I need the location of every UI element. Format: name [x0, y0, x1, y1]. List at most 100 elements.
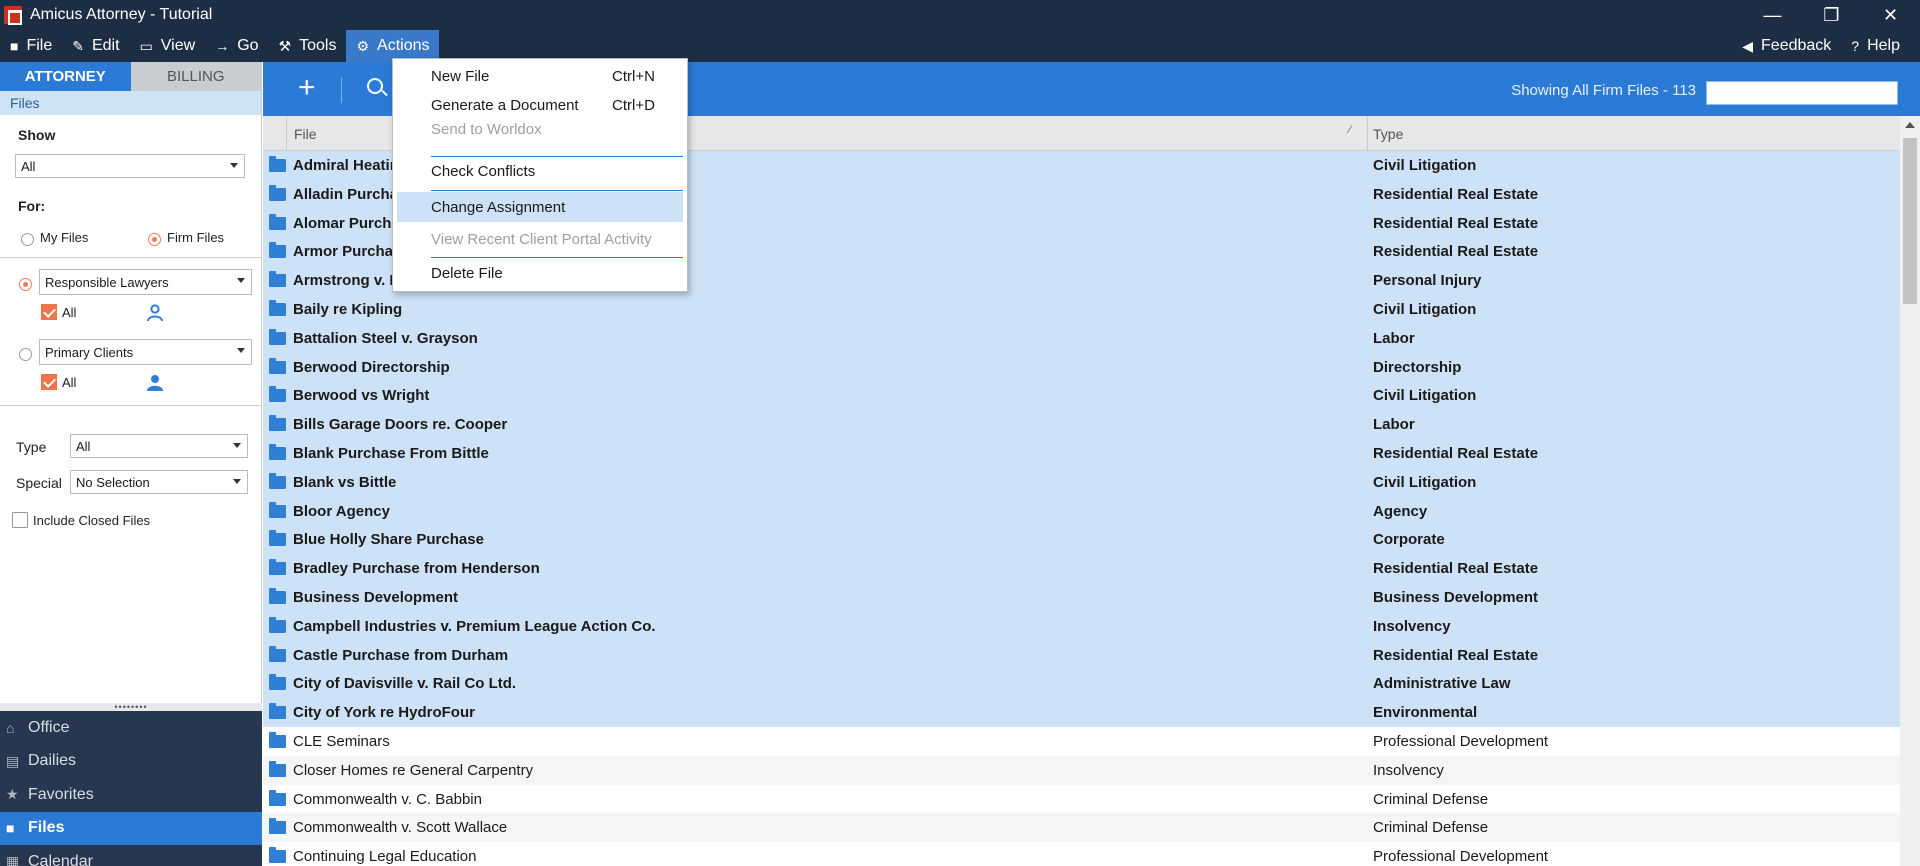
table-row[interactable]: Battalion Steel v. Grayson Labor [263, 323, 1900, 353]
chevron-down-icon [233, 479, 241, 484]
clients-all-checkbox[interactable] [41, 374, 57, 390]
file-name-cell: Berwood Directorship [293, 358, 450, 376]
search-input[interactable] [1706, 81, 1898, 105]
table-row[interactable]: Blank Purchase From Bittle Residential Re… [263, 438, 1900, 468]
table-row[interactable]: Continuing Legal Education Professional D… [263, 842, 1900, 866]
folder-icon [269, 559, 286, 576]
help-button[interactable]: ? Help [1841, 30, 1910, 62]
nav-office[interactable]: ⌂ Office [0, 711, 262, 745]
table-row[interactable]: Bills Garage Doors re. Cooper Labor [263, 410, 1900, 439]
folder-icon [269, 415, 286, 432]
file-name-cell: City of York re HydroFour [293, 704, 475, 722]
type-label: Type [16, 439, 47, 455]
file-name-cell: Bills Garage Doors re. Cooper [293, 416, 508, 434]
table-row[interactable]: Commonwealth v. Scott Wallace Criminal De… [263, 813, 1900, 843]
nav-dailies[interactable]: ▤ Dailies [0, 745, 262, 779]
lawyers-select[interactable]: Responsible Lawyers [39, 269, 252, 295]
file-name-cell: Commonwealth v. C. Babbin [293, 790, 482, 808]
type-select[interactable]: All [70, 434, 248, 458]
file-type-cell: Corporate [1373, 531, 1445, 549]
file-type-cell: Insolvency [1373, 617, 1451, 635]
window-title: Amicus Attorney - Tutorial [30, 6, 213, 23]
add-file-button[interactable]: + [298, 71, 316, 105]
file-type-cell: Residential Real Estate [1373, 214, 1539, 232]
person-icon[interactable] [146, 374, 164, 392]
folder-icon [269, 242, 286, 259]
table-row[interactable]: City of York re HydroFour Environmental [263, 698, 1900, 727]
table-row[interactable]: Castle Purchase from Durham Residential R… [263, 640, 1900, 670]
folder-icon [269, 847, 286, 864]
menu-item-check-conflicts[interactable]: Check Conflicts [393, 156, 687, 186]
firm-files-radio[interactable] [148, 233, 161, 246]
file-name-cell: Business Development [293, 588, 459, 606]
clients-radio[interactable] [19, 348, 32, 361]
tab-attorney[interactable]: ATTORNEY [0, 62, 131, 91]
bottom-navigation: •••••••• ⌂ Office ▤ Dailies ★ Favorites ■ Fi… [0, 702, 262, 866]
person-outline-icon[interactable] [146, 304, 164, 322]
menu-view[interactable]: ▭ View [130, 30, 206, 62]
feedback-button[interactable]: ◀ Feedback [1732, 30, 1841, 62]
menu-item-change-assignment[interactable]: Change Assignment [397, 192, 683, 222]
table-row[interactable]: Business Development Business Development [263, 582, 1900, 612]
my-files-radio[interactable] [21, 233, 34, 246]
nav-calendar[interactable]: ▦ Calendar [0, 845, 262, 866]
table-row[interactable]: Bradley Purchase from Henderson Residenti… [263, 554, 1900, 583]
show-select[interactable]: All [15, 154, 245, 178]
folder-icon [269, 386, 286, 403]
tab-billing[interactable]: BILLING [130, 62, 261, 91]
splitter-handle[interactable]: •••••••• [0, 702, 262, 712]
menu-item-delete-file[interactable]: Delete File [393, 258, 687, 288]
clients-select[interactable]: Primary Clients [39, 339, 252, 365]
table-row[interactable]: City of Davisville v. Rail Co Ltd. Admini… [263, 669, 1900, 699]
column-separator[interactable] [1367, 116, 1368, 151]
table-row[interactable]: Berwood vs Wright Civil Litigation [263, 381, 1900, 411]
table-row[interactable]: CLE Seminars Professional Development [263, 727, 1900, 756]
folder-icon [269, 789, 286, 806]
table-row[interactable]: Campbell Industries v. Premium League Ac… [263, 611, 1900, 641]
table-row[interactable]: Bloor Agency Agency [263, 496, 1900, 526]
table-row[interactable]: Blue Holly Share Purchase Corporate [263, 525, 1900, 555]
minimize-button[interactable]: — [1743, 0, 1802, 30]
include-closed-checkbox[interactable] [12, 512, 28, 528]
scroll-up-icon[interactable] [1905, 122, 1915, 128]
restore-button[interactable]: ❐ [1802, 0, 1861, 30]
folder-icon [269, 587, 286, 604]
folder-icon [269, 271, 286, 288]
divider [0, 257, 262, 258]
clients-all-label: All [62, 375, 77, 390]
table-row[interactable]: Closer Homes re General Carpentry Insolve… [263, 755, 1900, 785]
file-type-cell: Environmental [1373, 704, 1478, 722]
gear-icon: ⚙ [356, 37, 370, 54]
wrench-icon: ⚒ [278, 37, 292, 54]
menu-file[interactable]: ■ File [0, 30, 62, 62]
folder-icon [269, 213, 286, 230]
menu-go[interactable]: → Go [205, 30, 268, 62]
nav-favorites[interactable]: ★ Favorites [0, 778, 262, 812]
column-header-file[interactable]: File [294, 126, 317, 142]
file-type-cell: Civil Litigation [1373, 157, 1477, 174]
file-type-cell: Residential Real Estate [1373, 646, 1539, 664]
close-window-button[interactable]: ✕ [1861, 0, 1920, 30]
monitor-icon: ▭ [139, 37, 153, 54]
menu-tools[interactable]: ⚒ Tools [269, 30, 347, 62]
folder-icon [269, 616, 286, 633]
file-name-cell: Blank vs Bittle [293, 473, 397, 491]
lawyers-all-checkbox[interactable] [41, 304, 57, 320]
lawyers-radio[interactable] [19, 278, 32, 291]
vertical-scrollbar[interactable] [1900, 116, 1920, 866]
file-type-cell: Labor [1373, 416, 1415, 434]
nav-files[interactable]: ■ Files [0, 811, 262, 845]
table-row[interactable]: Berwood Directorship Directorship [263, 352, 1900, 382]
search-icon[interactable] [367, 78, 383, 94]
menu-edit[interactable]: ✎ Edit [62, 30, 129, 62]
table-row[interactable]: Baily re Kipling Civil Litigation [263, 294, 1900, 324]
special-select[interactable]: No Selection [70, 470, 248, 494]
folder-icon [269, 299, 286, 316]
menu-bar: ■ File ✎ Edit ▭ View → Go ⚒ Tools ⚙ Actions ◀ F… [0, 30, 1920, 62]
menu-item-new-file[interactable]: New File Ctrl+N [393, 61, 687, 91]
table-row[interactable]: Commonwealth v. C. Babbin Criminal Defens… [263, 785, 1900, 814]
table-row[interactable]: Blank vs Bittle Civil Litigation [263, 467, 1900, 497]
scroll-thumb[interactable] [1903, 138, 1917, 304]
column-header-type[interactable]: Type [1373, 126, 1403, 142]
folder-icon [269, 645, 286, 662]
